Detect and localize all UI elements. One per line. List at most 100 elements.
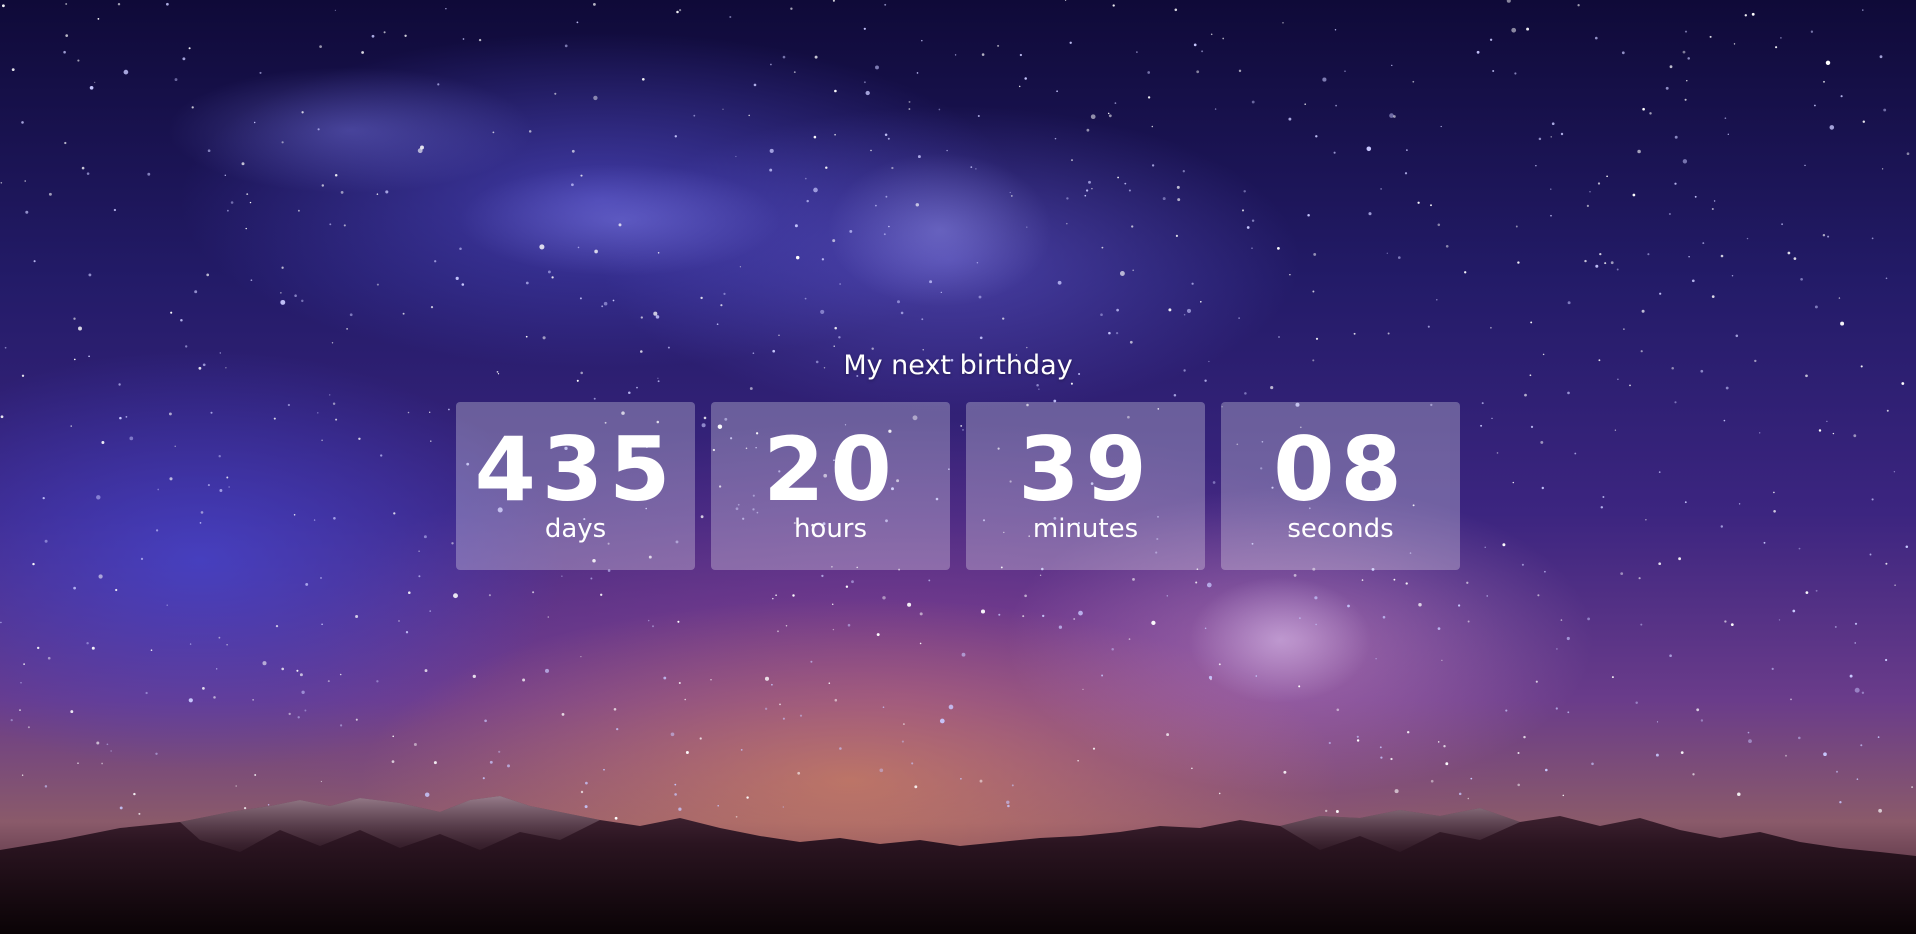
hours-label: hours	[793, 514, 868, 544]
star	[305, 582, 309, 586]
star	[498, 750, 501, 753]
star	[1642, 107, 1645, 111]
star	[1854, 622, 1858, 625]
star	[78, 326, 82, 331]
star	[618, 223, 622, 227]
star	[1018, 85, 1021, 88]
star	[106, 743, 109, 746]
star	[804, 297, 807, 300]
star	[797, 771, 801, 775]
star	[753, 83, 757, 87]
star	[1391, 64, 1393, 67]
star	[998, 613, 1001, 616]
star	[383, 31, 386, 34]
star	[1656, 721, 1659, 723]
star	[275, 624, 279, 628]
star	[921, 39, 923, 42]
star	[482, 777, 485, 780]
star	[340, 724, 343, 727]
star	[1024, 77, 1027, 80]
star	[1437, 741, 1440, 743]
star	[317, 128, 320, 131]
star	[259, 71, 262, 74]
star	[1517, 783, 1520, 787]
star	[1589, 191, 1591, 193]
star	[914, 785, 918, 789]
star	[717, 805, 719, 807]
star	[296, 669, 299, 672]
star	[1567, 301, 1571, 305]
star	[804, 177, 807, 180]
star	[267, 804, 270, 806]
star	[418, 575, 421, 578]
star	[376, 283, 379, 286]
star	[779, 703, 781, 706]
star	[1191, 767, 1193, 770]
star	[117, 2, 121, 6]
star	[398, 620, 400, 622]
star	[746, 796, 749, 799]
star	[70, 710, 74, 714]
star	[579, 297, 582, 300]
star	[1823, 752, 1827, 757]
star	[735, 155, 737, 158]
star	[1389, 113, 1394, 118]
star	[1315, 135, 1318, 138]
star	[814, 55, 818, 59]
star	[253, 121, 256, 124]
star	[584, 805, 588, 809]
star	[593, 95, 598, 101]
star	[825, 166, 828, 169]
minutes-value: 39	[1018, 418, 1153, 521]
star	[976, 261, 979, 264]
star	[1692, 773, 1695, 776]
star	[1238, 69, 1242, 73]
star	[1437, 223, 1441, 227]
star	[919, 612, 923, 616]
star	[1694, 195, 1697, 198]
star	[465, 811, 468, 814]
star	[20, 682, 22, 684]
star	[1058, 625, 1063, 629]
star	[1066, 197, 1069, 200]
star	[23, 663, 25, 665]
star	[655, 315, 660, 319]
seconds-box: 08 seconds	[1221, 402, 1460, 570]
star	[424, 792, 430, 797]
star	[27, 726, 30, 729]
star	[445, 8, 447, 10]
star	[1884, 658, 1888, 662]
star	[334, 174, 338, 177]
star	[1470, 777, 1473, 780]
star	[1550, 214, 1552, 217]
star	[413, 743, 417, 746]
star	[1132, 269, 1135, 272]
days-box: 435 days	[456, 402, 695, 570]
star	[1489, 38, 1493, 41]
star	[1344, 70, 1346, 72]
star	[1176, 185, 1180, 189]
star	[1861, 691, 1865, 694]
star	[1674, 135, 1678, 139]
star	[1312, 290, 1315, 293]
star	[280, 292, 282, 294]
star	[1737, 792, 1741, 797]
star	[981, 53, 985, 56]
star	[1785, 754, 1787, 757]
star	[960, 777, 962, 780]
star	[63, 50, 66, 54]
star	[928, 579, 931, 582]
star	[1810, 30, 1814, 33]
star	[771, 683, 773, 686]
star	[1214, 108, 1217, 110]
star	[1839, 801, 1842, 804]
star	[288, 712, 291, 716]
star	[1209, 678, 1212, 681]
star	[1328, 741, 1331, 745]
star	[938, 108, 941, 111]
days-value: 435	[474, 418, 677, 521]
star	[832, 0, 835, 2]
star	[343, 224, 346, 227]
star	[1823, 80, 1825, 83]
star	[1002, 317, 1005, 320]
